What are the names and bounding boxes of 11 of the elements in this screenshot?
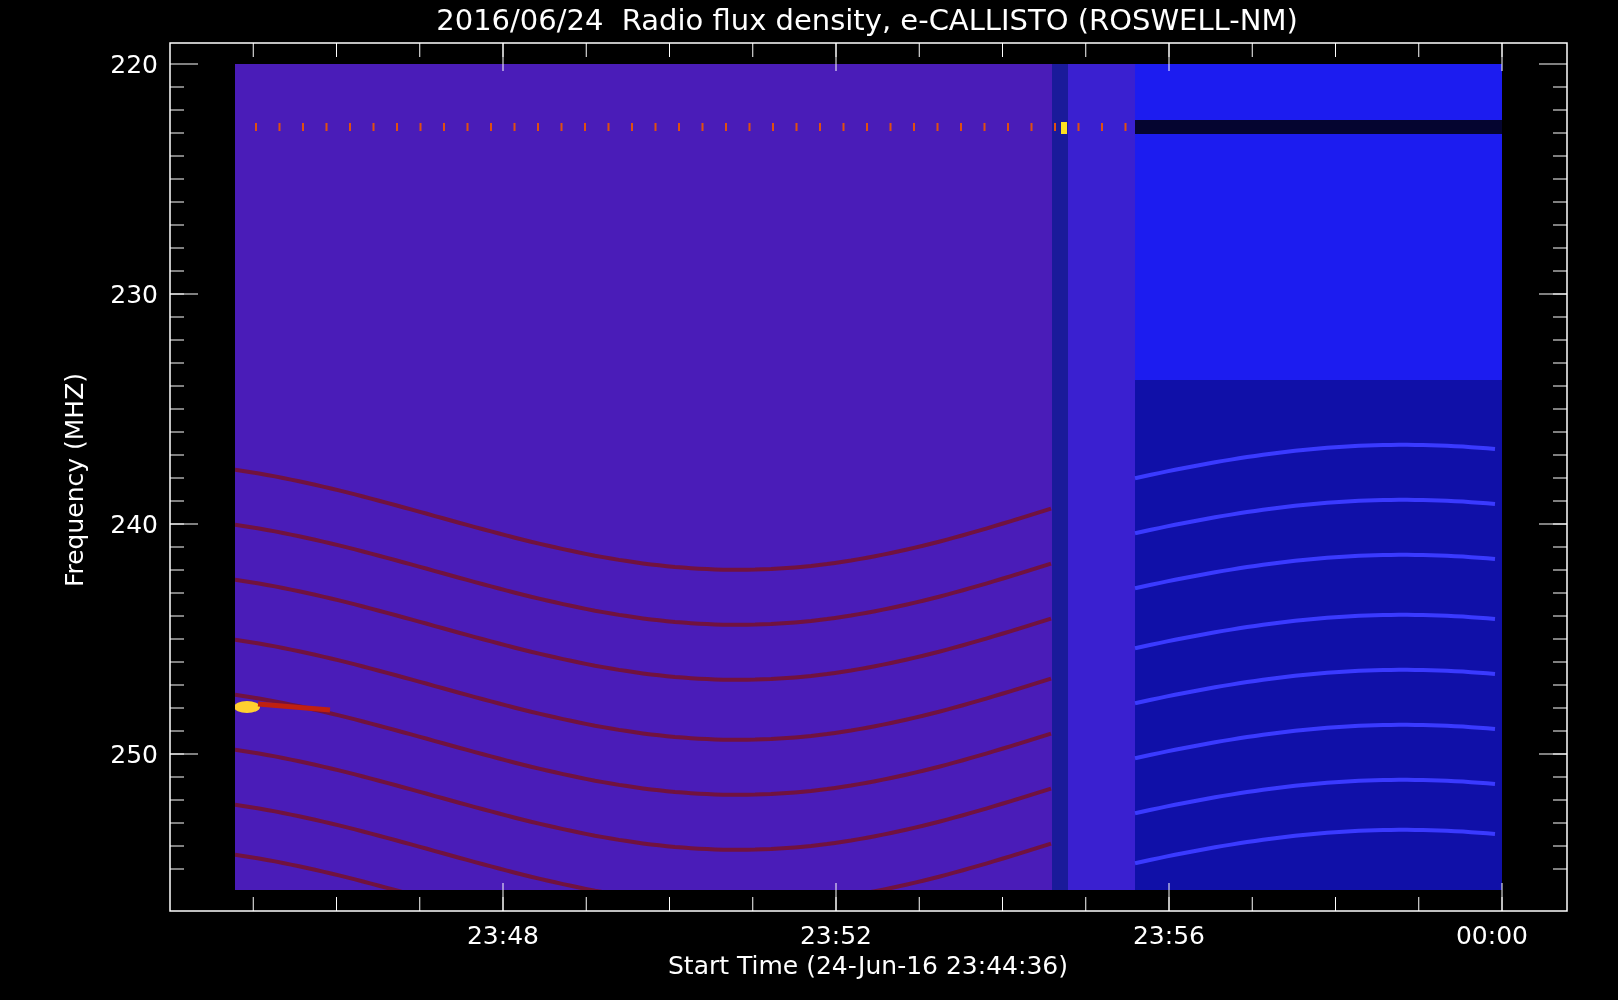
x-tick-label: 00:00 [1456,921,1528,950]
y-axis-label: Frequency (MHZ) [60,372,89,588]
x-tick-label: 23:48 [467,921,539,950]
y-tick-label: 220 [110,50,158,79]
y-tick-label: 240 [110,510,158,539]
x-tick-label: 23:52 [800,921,872,950]
y-tick-label: 230 [110,280,158,309]
y-tick-label: 250 [110,740,158,769]
x-axis-label: Start Time (24-Jun-16 23:44:36) [668,951,1068,980]
x-tick-label: 23:56 [1133,921,1205,950]
chart-title: 2016/06/24 Radio flux density, e-CALLISTO (ROSWELL-NM) [436,3,1298,37]
